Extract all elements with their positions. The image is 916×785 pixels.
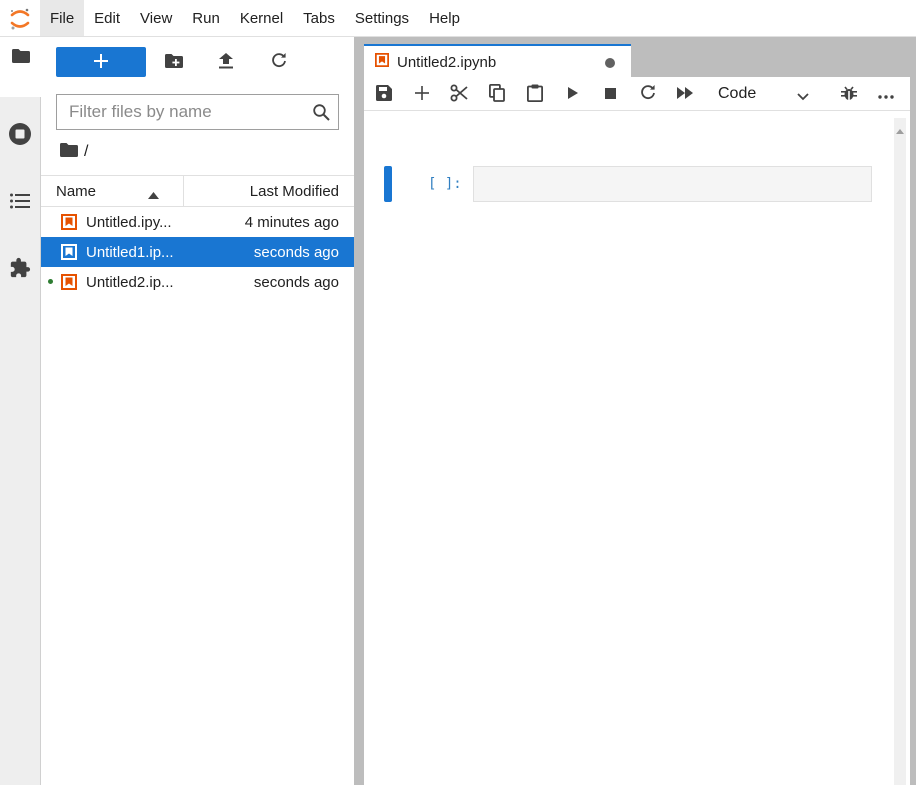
tab-untitled2-notebook[interactable]: Untitled2.ipynb — [364, 44, 631, 78]
refresh-icon — [640, 84, 656, 104]
file-modified: seconds ago — [253, 273, 339, 291]
extension-manager-tab[interactable] — [0, 253, 40, 285]
upload-button[interactable] — [213, 50, 239, 74]
cell-type-select[interactable]: Code — [707, 82, 817, 106]
new-launcher-button[interactable] — [56, 47, 146, 77]
sort-ascending-icon — [148, 186, 159, 203]
file-list-header: Name Last Modified — [41, 175, 354, 207]
menu-settings[interactable]: Settings — [345, 0, 419, 36]
refresh-files-button[interactable] — [266, 50, 292, 74]
tab-title: Untitled2.ipynb — [397, 53, 497, 71]
column-header-last-modified[interactable]: Last Modified — [250, 176, 339, 206]
copy-icon — [488, 83, 505, 105]
column-modified-label: Last Modified — [249, 182, 339, 200]
file-name: Untitled1.ip... — [86, 243, 174, 261]
search-icon — [304, 103, 338, 121]
new-folder-icon — [165, 53, 183, 71]
breadcrumb: / — [60, 141, 88, 163]
folder-icon — [11, 49, 30, 66]
paste-cell-button[interactable] — [522, 82, 548, 106]
column-name-label: Name — [56, 182, 97, 200]
menubar: File Edit View Run Kernel Tabs Settings … — [0, 0, 916, 37]
filter-files-input[interactable] — [57, 97, 304, 127]
folder-icon[interactable] — [60, 142, 78, 162]
table-of-contents-tab[interactable] — [0, 186, 40, 218]
file-list: Untitled.ipy... 4 minutes ago Untitled1.… — [41, 207, 354, 297]
table-of-contents-icon — [10, 193, 30, 212]
upload-icon — [219, 52, 233, 72]
activity-bar — [0, 37, 41, 785]
refresh-icon — [271, 52, 287, 72]
file-name: Untitled.ipy... — [86, 213, 172, 231]
plus-icon — [94, 53, 108, 71]
cell-input-prompt: [ ]: — [428, 176, 462, 192]
running-indicator — [48, 279, 53, 284]
stop-icon — [604, 87, 616, 102]
restart-run-all-button[interactable] — [672, 82, 698, 106]
notebook-toolbar: Code — [364, 77, 910, 111]
more-horizontal-icon — [878, 87, 894, 102]
tab-bar: Untitled2.ipynb — [364, 37, 916, 78]
menu-edit[interactable]: Edit — [84, 0, 130, 36]
menu-run[interactable]: Run — [182, 0, 230, 36]
debugger-button[interactable] — [836, 82, 862, 106]
scroll-up-arrow-icon[interactable] — [896, 122, 904, 137]
bug-icon — [841, 85, 857, 104]
run-cell-button[interactable] — [560, 82, 586, 106]
menu-view[interactable]: View — [130, 0, 182, 36]
scrollbar[interactable] — [894, 118, 906, 785]
extension-manager-icon — [9, 257, 31, 282]
chevron-down-icon — [797, 88, 809, 106]
panel-splitter[interactable] — [354, 37, 364, 785]
file-row-selected[interactable]: Untitled1.ip... seconds ago — [41, 237, 354, 267]
code-cell-editor[interactable] — [473, 166, 872, 202]
running-sessions-icon — [8, 122, 32, 149]
play-icon — [568, 86, 578, 102]
breadcrumb-root[interactable]: / — [84, 143, 88, 161]
menu-help[interactable]: Help — [419, 0, 470, 36]
filter-box — [56, 94, 339, 130]
file-name: Untitled2.ip... — [86, 273, 174, 291]
more-options-button[interactable] — [873, 82, 899, 106]
fast-forward-icon — [677, 86, 693, 102]
paste-icon — [526, 84, 543, 105]
interrupt-kernel-button[interactable] — [597, 82, 623, 106]
cell-type-value: Code — [718, 85, 757, 102]
running-sessions-tab[interactable] — [0, 119, 40, 151]
new-folder-button[interactable] — [161, 50, 187, 74]
save-button[interactable] — [371, 82, 397, 106]
jupyter-logo-icon[interactable] — [0, 0, 40, 37]
insert-cell-button[interactable] — [409, 82, 435, 106]
file-modified: seconds ago — [253, 243, 339, 261]
cell-collapser[interactable] — [384, 166, 392, 202]
copy-cell-button[interactable] — [484, 82, 510, 106]
notebook-panel: Code [ ]: — [364, 77, 910, 785]
file-row[interactable]: Untitled.ipy... 4 minutes ago — [41, 207, 354, 237]
file-modified: 4 minutes ago — [244, 213, 339, 231]
menu-kernel[interactable]: Kernel — [230, 0, 293, 36]
menu-file[interactable]: File — [40, 0, 85, 36]
file-row[interactable]: Untitled2.ip... seconds ago — [41, 267, 354, 297]
save-icon — [376, 84, 392, 104]
notebook-icon — [61, 244, 77, 260]
file-browser-panel: / Name Last Modified Untitled.ipy... 4 m… — [41, 37, 354, 785]
main-dock-area: Untitled2.ipynb Code []: — [364, 37, 916, 785]
cut-cell-button[interactable] — [446, 82, 472, 106]
menu-tabs[interactable]: Tabs — [293, 0, 345, 36]
right-gutter — [910, 77, 916, 785]
notebook-icon — [375, 53, 389, 70]
notebook-body: [ ]: — [364, 112, 910, 785]
notebook-icon — [61, 274, 77, 290]
scissors-icon — [450, 84, 468, 105]
column-header-name[interactable]: Name — [41, 176, 184, 206]
file-browser-toolbar — [41, 47, 354, 77]
notebook-icon — [61, 214, 77, 230]
plus-icon — [415, 85, 429, 103]
file-browser-tab[interactable] — [0, 37, 41, 97]
restart-kernel-button[interactable] — [635, 82, 661, 106]
unsaved-changes-icon[interactable] — [605, 58, 615, 68]
